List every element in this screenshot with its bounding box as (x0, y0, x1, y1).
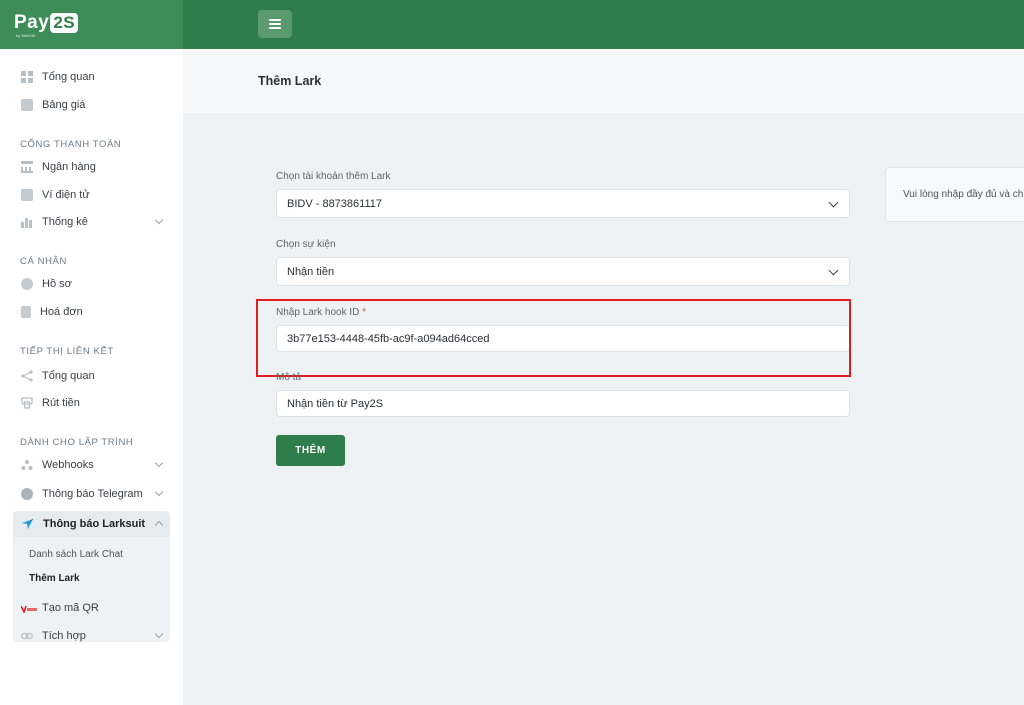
account-select-value: BIDV - 8873861117 (287, 197, 382, 210)
sidebar-item-ewallet[interactable]: Ví điện tử (13, 182, 170, 208)
withdraw-icon (21, 397, 33, 409)
section-title-personal: CÁ NHÂN (20, 256, 67, 267)
brand-name: Pay (14, 12, 50, 33)
sidebar-item-label: Ngân hàng (42, 161, 96, 173)
brand-tagline: by Web2M (16, 33, 36, 38)
sidebar-item-label: Ví điện tử (42, 189, 90, 201)
sidebar-item-label: Thông báo Larksuit (43, 518, 146, 530)
sidebar-item-profile[interactable]: Hồ sơ (13, 271, 170, 297)
sidebar-toggle-button[interactable] (258, 10, 292, 38)
telegram-icon (21, 488, 33, 500)
sidebar-item-label: Bảng giá (42, 99, 86, 111)
sidebar-item-label: Tích hợp (42, 630, 86, 642)
brand-logo[interactable]: Pay 2S (14, 12, 79, 34)
event-select-value: Nhận tiền (287, 265, 335, 278)
add-lark-submit-button[interactable]: THÊM (276, 435, 345, 466)
brand-badge: 2S (50, 13, 79, 33)
chevron-down-icon (154, 629, 164, 639)
sidebar-item-statistics[interactable]: Thống kê (13, 209, 170, 235)
event-select-label: Chọn sự kiện (276, 239, 336, 250)
sidebar-item-create-qr[interactable]: Tạo mã QR (13, 595, 170, 621)
sidebar-item-telegram[interactable]: Thông báo Telegram (13, 481, 170, 507)
description-label: Mô tả (276, 372, 302, 383)
hook-id-label: Nhập Lark hook ID * (276, 307, 366, 318)
info-card: Vui lòng nhập đầy đủ và ch (885, 167, 1024, 222)
submenu-item-lark-chat-list[interactable]: Danh sách Lark Chat (29, 549, 123, 560)
account-select[interactable]: BIDV - 8873861117 (276, 189, 850, 218)
sidebar-item-webhooks[interactable]: Webhooks (13, 452, 170, 478)
page-title: Thêm Lark (258, 74, 322, 88)
sidebar-item-overview[interactable]: Tổng quan (13, 64, 170, 90)
sidebar-item-withdraw[interactable]: Rút tiền (13, 390, 170, 416)
vietqr-icon (20, 604, 37, 615)
hook-id-input[interactable] (276, 325, 850, 352)
account-select-label: Chọn tài khoản thêm Lark (276, 171, 391, 182)
sidebar-item-label: Tạo mã QR (42, 602, 99, 614)
sidebar-item-bank[interactable]: Ngân hàng (13, 154, 170, 180)
larksuite-icon (21, 518, 34, 530)
hamburger-icon (269, 19, 281, 29)
chevron-down-icon (828, 265, 839, 276)
page-header: Thêm Lark (183, 49, 1024, 113)
sidebar-item-label: Hoá đơn (40, 306, 83, 318)
webhook-icon (21, 459, 33, 471)
submenu-item-add-lark[interactable]: Thêm Lark (29, 573, 80, 584)
link-icon (21, 630, 33, 642)
hook-id-label-text: Nhập Lark hook ID (276, 307, 360, 318)
sidebar-item-label: Webhooks (42, 459, 94, 471)
chart-icon (21, 216, 33, 228)
bank-icon (21, 161, 33, 173)
invoice-icon (21, 306, 31, 318)
info-text: Vui lòng nhập đầy đủ và ch (903, 189, 1024, 200)
grid-icon (21, 71, 33, 83)
chevron-down-icon (154, 487, 164, 497)
chevron-up-icon (154, 520, 164, 530)
sidebar-item-label: Thống kê (42, 216, 88, 228)
price-tag-icon (21, 99, 33, 111)
sidebar-item-label: Rút tiền (42, 397, 80, 409)
section-title-developer: DÀNH CHO LẬP TRÌNH (20, 437, 134, 448)
chevron-down-icon (154, 458, 164, 468)
sidebar-item-larksuite[interactable]: Thông báo Larksuit (13, 511, 170, 537)
sidebar-item-pricing[interactable]: Bảng giá (13, 92, 170, 118)
user-icon (21, 278, 33, 290)
description-input[interactable] (276, 390, 850, 417)
sidebar-item-label: Tổng quan (42, 370, 95, 382)
chevron-down-icon (154, 215, 164, 225)
sidebar-item-label: Hồ sơ (42, 278, 72, 290)
sidebar-item-integration[interactable]: Tích hợp (13, 623, 170, 649)
network-icon (21, 370, 33, 382)
chevron-down-icon (828, 197, 839, 208)
logo-area: Pay 2S by Web2M (0, 0, 183, 49)
sidebar-item-label: Thông báo Telegram (42, 488, 143, 500)
event-select[interactable]: Nhận tiền (276, 257, 850, 286)
section-title-affiliate: TIẾP THỊ LIÊN KẾT (20, 346, 114, 357)
sidebar-item-label: Tổng quan (42, 71, 95, 83)
required-mark: * (362, 307, 367, 318)
section-title-payment: CỔNG THANH TOÁN (20, 139, 122, 150)
wallet-icon (21, 189, 33, 201)
sidebar: Tổng quan Bảng giá CỔNG THANH TOÁN Ngân … (0, 49, 183, 705)
sidebar-item-invoice[interactable]: Hoá đơn (13, 299, 170, 325)
sidebar-item-affiliate-overview[interactable]: Tổng quan (13, 363, 170, 389)
